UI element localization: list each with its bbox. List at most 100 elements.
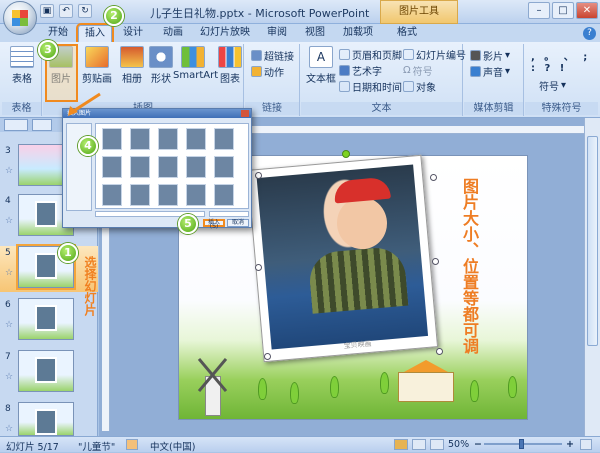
file-thumbnail[interactable] (186, 128, 206, 150)
help-icon[interactable]: ? (583, 27, 596, 40)
kid-photo[interactable]: 宝贝映画 (246, 154, 439, 363)
zoom-level[interactable]: 50% (448, 439, 469, 450)
clipart-button[interactable]: 剪贴画 (80, 46, 114, 85)
file-thumbnail[interactable] (130, 184, 150, 206)
zoom-in-icon[interactable]: + (566, 439, 574, 450)
hyperlink-icon (251, 50, 262, 61)
slide-counter: 幻灯片 5/17 (6, 442, 59, 453)
file-thumbnail[interactable] (158, 128, 178, 150)
tab-slideshow[interactable]: 幻灯片放映 (196, 25, 254, 42)
symbol-button[interactable]: 符号 ▾ (539, 78, 566, 93)
header-footer-button[interactable]: 页眉和页脚 (339, 47, 402, 62)
rotation-handle[interactable] (342, 150, 350, 158)
album-button[interactable]: 相册 (117, 46, 147, 85)
resize-handle[interactable] (264, 353, 271, 360)
zoom-out-icon[interactable]: − (474, 439, 482, 450)
file-thumbnail[interactable] (158, 184, 178, 206)
slide-thumbnail[interactable]: 8 ☆ (0, 402, 98, 436)
scrollbar-thumb[interactable] (587, 136, 598, 346)
smartart-button-label: SmartArt (173, 70, 219, 81)
resize-handle[interactable] (436, 348, 443, 355)
group-label-links: 链接 (245, 102, 299, 115)
tab-design[interactable]: 设计 (118, 25, 148, 42)
group-label-media: 媒体剪辑 (464, 102, 523, 115)
resize-handle[interactable] (255, 264, 262, 271)
windmill-graphic (193, 352, 233, 416)
save-icon[interactable]: ▣ (40, 4, 54, 18)
hyperlink-button[interactable]: 超链接 (251, 48, 294, 63)
symbol-glyph-grid[interactable]: , 。 、 ; : ? ! (531, 48, 591, 74)
symbol-small-label: 符号 (412, 67, 433, 78)
action-button[interactable]: 动作 (251, 64, 284, 79)
file-thumbnail[interactable] (102, 156, 122, 178)
step-badge: 5 (178, 214, 198, 234)
shapes-button[interactable]: 形状 (146, 46, 176, 85)
resize-handle[interactable] (432, 258, 439, 265)
filetype-select[interactable] (209, 211, 249, 217)
album-button-label: 相册 (122, 74, 142, 85)
resize-handle[interactable] (430, 174, 437, 181)
file-thumbnail[interactable] (130, 156, 150, 178)
tab-addins[interactable]: 加载项 (338, 25, 378, 42)
kid-photo-thumb (35, 305, 57, 331)
office-button[interactable] (3, 1, 37, 35)
textbox-button[interactable]: A 文本框 (305, 46, 337, 85)
minimize-icon[interactable]: – (528, 2, 550, 19)
sound-icon (470, 66, 481, 77)
file-thumbnail[interactable] (158, 156, 178, 178)
resize-handle[interactable] (255, 172, 262, 179)
dialog-cancel-button[interactable]: 取消 (227, 219, 249, 227)
slide-thumbnail[interactable]: 7 ☆ (0, 350, 98, 396)
file-thumbnail[interactable] (130, 128, 150, 150)
file-thumbnail[interactable] (214, 156, 234, 178)
shapes-button-label: 形状 (151, 74, 171, 85)
tab-review[interactable]: 审阅 (262, 25, 292, 42)
album-icon (120, 46, 144, 68)
undo-icon[interactable]: ↶ (59, 4, 73, 18)
maximize-icon[interactable]: □ (552, 2, 574, 19)
photo-face (334, 195, 390, 252)
slideshow-view-icon[interactable] (430, 439, 444, 450)
normal-view-icon[interactable] (394, 439, 408, 450)
animation-star-icon: ☆ (5, 268, 14, 278)
chart-button[interactable]: 图表 (215, 46, 245, 85)
file-thumbnail[interactable] (186, 156, 206, 178)
tab-format[interactable]: 格式 (392, 25, 422, 42)
object-button[interactable]: 对象 (403, 79, 436, 94)
theme-name: "儿童节" (78, 442, 116, 453)
smartart-button[interactable]: SmartArt (173, 46, 218, 81)
clipart-button-label: 剪贴画 (82, 74, 112, 85)
file-thumbnail[interactable] (102, 128, 122, 150)
file-thumbnail[interactable] (214, 128, 234, 150)
datetime-button[interactable]: 日期和时间 (339, 79, 402, 94)
vertical-scrollbar[interactable] (584, 118, 600, 436)
zoom-slider-knob[interactable] (519, 439, 524, 449)
slide-number-button[interactable]: 幻灯片编号 (403, 47, 466, 62)
sound-button[interactable]: 声音 ▾ (470, 64, 510, 79)
slide-thumbnail-image (18, 298, 74, 340)
table-button[interactable]: 表格 (7, 46, 37, 85)
file-thumbnail[interactable] (102, 184, 122, 206)
wordart-icon (339, 65, 350, 76)
outline-tab[interactable] (32, 119, 52, 131)
file-thumbnail[interactable] (186, 184, 206, 206)
dialog-insert-button[interactable]: 插入(S) (203, 219, 225, 230)
horizontal-ruler (248, 126, 584, 134)
sorter-view-icon[interactable] (412, 439, 426, 450)
slides-tab[interactable] (4, 119, 28, 131)
group-table: 表格 表格 (2, 44, 42, 116)
dialog-close-icon[interactable] (241, 110, 249, 117)
redo-icon[interactable]: ↻ (78, 4, 92, 18)
movie-label: 影片 (483, 52, 503, 63)
close-icon[interactable]: ✕ (576, 2, 598, 19)
fit-window-icon[interactable] (580, 439, 592, 450)
symbol-small-button[interactable]: Ω 符号 (403, 63, 433, 78)
tab-view[interactable]: 视图 (300, 25, 330, 42)
tab-animation[interactable]: 动画 (158, 25, 188, 42)
tab-insert[interactable]: 插入 (76, 23, 114, 44)
spellcheck-icon[interactable] (126, 439, 138, 450)
file-thumbnail[interactable] (214, 184, 234, 206)
chart-button-label: 图表 (220, 74, 240, 85)
movie-button[interactable]: 影片 ▾ (470, 48, 510, 63)
wordart-button[interactable]: 艺术字 (339, 63, 382, 78)
